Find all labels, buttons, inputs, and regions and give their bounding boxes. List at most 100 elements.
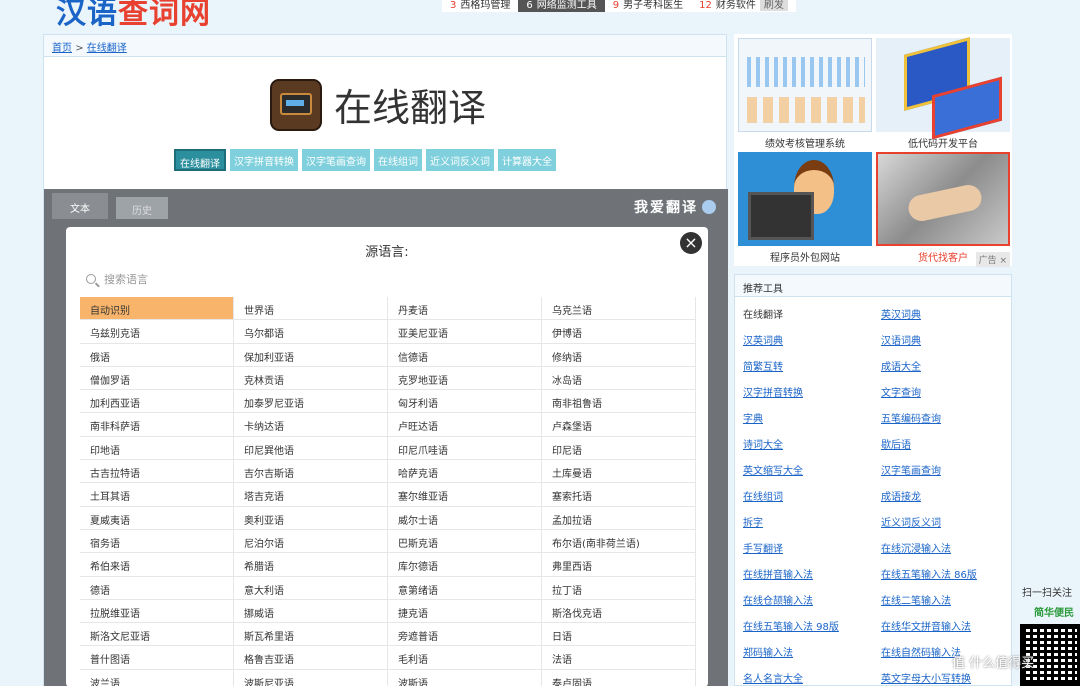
language-option[interactable]: 法语: [542, 646, 696, 670]
language-option[interactable]: 孟加拉语: [542, 506, 696, 530]
language-option[interactable]: 加利西亚语: [80, 390, 234, 414]
language-option[interactable]: 毛利语: [388, 646, 542, 670]
tool-link[interactable]: 拆字: [743, 507, 881, 533]
language-option[interactable]: 威尔士语: [388, 506, 542, 530]
language-option[interactable]: 巴斯克语: [388, 529, 542, 554]
language-option[interactable]: 丹麦语: [388, 297, 542, 321]
language-option[interactable]: 波斯尼亚语: [234, 669, 388, 686]
language-option[interactable]: 亚美尼亚语: [388, 320, 542, 344]
language-option[interactable]: 匈牙利语: [388, 390, 542, 414]
language-option[interactable]: 捷克语: [388, 599, 542, 624]
hot-link[interactable]: 9 男子考科医生: [605, 0, 691, 12]
language-option[interactable]: 斯洛伐克语: [542, 599, 696, 624]
language-option[interactable]: 南非科萨语: [80, 413, 234, 437]
language-option[interactable]: 南非祖鲁语: [542, 390, 696, 414]
tab-text[interactable]: 文本: [52, 193, 108, 219]
tool-link[interactable]: 诗词大全: [743, 429, 881, 455]
ad-close-button[interactable]: 广告 ×: [975, 252, 1010, 267]
tool-link[interactable]: 英汉词典: [881, 299, 1019, 325]
tool-link[interactable]: 五笔编码查询: [881, 403, 1019, 429]
language-option[interactable]: 波兰语: [80, 669, 234, 686]
breadcrumb-home[interactable]: 首页: [52, 43, 72, 54]
tool-link[interactable]: 文字查询: [881, 377, 1019, 403]
ad-image-dashboard[interactable]: [738, 38, 872, 132]
site-logo[interactable]: 汉语查词网: [56, 0, 211, 32]
language-option[interactable]: 斯洛文尼亚语: [80, 623, 234, 647]
language-option[interactable]: 意第绪语: [388, 576, 542, 600]
tool-link[interactable]: 简繁互转: [743, 351, 881, 377]
ad-item[interactable]: 低代码开发平台: [876, 38, 1010, 150]
tool-link[interactable]: 在线五笔输入法 86版: [881, 559, 1019, 585]
language-option[interactable]: 克林贡语: [234, 366, 388, 391]
tool-link[interactable]: 汉英词典: [743, 325, 881, 351]
language-option[interactable]: 希腊语: [234, 553, 388, 577]
ad-caption[interactable]: 程序员外包网站: [738, 249, 872, 264]
language-option[interactable]: 克罗地亚语: [388, 366, 542, 391]
tool-tab[interactable]: 近义词反义词: [426, 149, 494, 171]
language-option[interactable]: 夏威夷语: [80, 506, 234, 530]
language-option[interactable]: 格鲁吉亚语: [234, 646, 388, 670]
language-option[interactable]: 塔吉克语: [234, 483, 388, 507]
tool-link[interactable]: 在线二笔输入法: [881, 585, 1019, 611]
language-option[interactable]: 库尔德语: [388, 553, 542, 577]
language-option[interactable]: 印尼语: [542, 436, 696, 461]
language-search[interactable]: 搜索语言: [86, 271, 148, 287]
language-option[interactable]: 日语: [542, 623, 696, 647]
tab-history[interactable]: 历史: [116, 197, 168, 219]
language-search-input[interactable]: 搜索语言: [104, 273, 148, 286]
tool-link[interactable]: 在线组词: [743, 481, 881, 507]
language-option[interactable]: 修纳语: [542, 343, 696, 367]
language-option[interactable]: 印尼巽他语: [234, 436, 388, 461]
language-option[interactable]: 土库曼语: [542, 460, 696, 484]
language-option[interactable]: 塞尔维亚语: [388, 483, 542, 507]
tool-link[interactable]: 英文缩写大全: [743, 455, 881, 481]
hot-link[interactable]: 6 网络监测工具: [518, 0, 605, 12]
tool-tab[interactable]: 在线组词: [374, 149, 422, 171]
tool-tab[interactable]: 汉字拼音转换: [230, 149, 298, 171]
language-option[interactable]: 乌尔都语: [234, 320, 388, 344]
tool-link[interactable]: 在线仓颉输入法: [743, 585, 881, 611]
language-option[interactable]: 土耳其语: [80, 483, 234, 507]
language-option[interactable]: 布尔语(南非荷兰语): [542, 529, 696, 554]
language-option[interactable]: 吉尔吉斯语: [234, 460, 388, 484]
language-option[interactable]: 尼泊尔语: [234, 529, 388, 554]
language-option[interactable]: 卡纳达语: [234, 413, 388, 437]
tool-link[interactable]: 在线翻译: [743, 299, 881, 325]
language-option[interactable]: 卢旺达语: [388, 413, 542, 437]
tool-link[interactable]: 手写翻译: [743, 533, 881, 559]
language-option[interactable]: 印尼爪哇语: [388, 436, 542, 461]
ad-caption[interactable]: 低代码开发平台: [876, 135, 1010, 150]
hot-links-close-button[interactable]: 刷发: [759, 0, 788, 11]
breadcrumb-current[interactable]: 在线翻译: [87, 43, 127, 54]
tool-link[interactable]: 成语接龙: [881, 481, 1019, 507]
language-option[interactable]: 冰岛语: [542, 366, 696, 391]
tool-tab[interactable]: 计算器大全: [498, 149, 556, 171]
language-option[interactable]: 印地语: [80, 436, 234, 461]
tool-link[interactable]: 字典: [743, 403, 881, 429]
language-option[interactable]: 卢森堡语: [542, 413, 696, 437]
tool-tab[interactable]: 在线翻译: [174, 149, 226, 171]
tool-link[interactable]: 在线拼音输入法: [743, 559, 881, 585]
tool-link[interactable]: 汉字拼音转换: [743, 377, 881, 403]
tool-link[interactable]: 汉字笔画查询: [881, 455, 1019, 481]
language-option[interactable]: 普什图语: [80, 646, 234, 670]
language-option[interactable]: 波斯语: [388, 669, 542, 686]
language-option[interactable]: 奥利亚语: [234, 506, 388, 530]
language-option[interactable]: 加泰罗尼亚语: [234, 390, 388, 414]
ad-caption[interactable]: 绩效考核管理系统: [738, 135, 872, 150]
language-option[interactable]: 僧伽罗语: [80, 366, 234, 391]
language-option[interactable]: 古吉拉特语: [80, 460, 234, 484]
language-option[interactable]: 信德语: [388, 343, 542, 367]
language-option[interactable]: 伊博语: [542, 320, 696, 344]
language-option[interactable]: 哈萨克语: [388, 460, 542, 484]
ad-image-handshake[interactable]: [876, 152, 1010, 246]
hot-link[interactable]: 12 财务软件 刷发: [691, 0, 796, 12]
tool-link[interactable]: 汉语词典: [881, 325, 1019, 351]
language-option[interactable]: 世界语: [234, 297, 388, 321]
language-option[interactable]: 斯瓦希里语: [234, 623, 388, 647]
language-option[interactable]: 宿务语: [80, 529, 234, 554]
tool-link[interactable]: 郑码输入法: [743, 637, 881, 663]
language-option[interactable]: 挪威语: [234, 599, 388, 624]
tool-link[interactable]: 名人名言大全: [743, 663, 881, 686]
tool-link[interactable]: 在线沉浸输入法: [881, 533, 1019, 559]
